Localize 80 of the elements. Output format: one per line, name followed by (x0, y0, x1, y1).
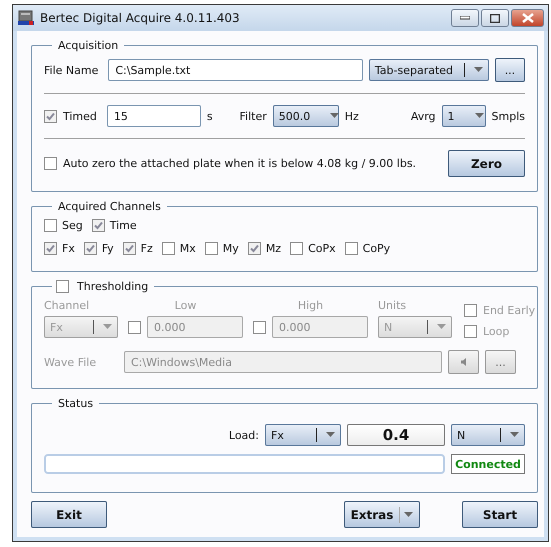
minimize-button[interactable] (451, 9, 479, 27)
units-label: Units (378, 299, 408, 312)
zero-button[interactable]: Zero (448, 150, 525, 177)
caret-icon (103, 324, 112, 330)
filter-dropdown[interactable]: 500.0 (272, 105, 339, 127)
caret-icon (437, 324, 446, 330)
end-early-label: End Early (483, 304, 536, 317)
group-title: Thresholding (77, 280, 148, 293)
hz-label: Hz (344, 110, 359, 122)
checkbox[interactable] (122, 242, 136, 255)
checkbox[interactable] (44, 219, 57, 232)
maximize-button[interactable] (481, 9, 509, 27)
checkbox[interactable] (92, 219, 105, 232)
channel-label: Channel (44, 299, 90, 312)
channel-label: Mx (180, 242, 196, 255)
channel-label: My (222, 242, 239, 255)
checkbox[interactable] (464, 325, 477, 338)
channel-label: CoPy (362, 242, 390, 255)
exit-button[interactable]: Exit (31, 501, 107, 528)
duration-field[interactable]: 15 (106, 105, 201, 127)
checkbox[interactable] (162, 242, 175, 255)
timed-label: Timed (63, 110, 97, 122)
caret-icon (326, 432, 335, 438)
format-dropdown[interactable]: Tab-separated (368, 59, 489, 81)
load-unit-dropdown[interactable]: N (451, 424, 525, 446)
group-title: Acquisition (57, 39, 120, 52)
caret-icon (510, 432, 519, 438)
checkbox[interactable] (128, 320, 141, 334)
window-title: Bertec Digital Acquire 4.0.11.403 (40, 11, 240, 25)
wave-file-label: Wave File (44, 356, 98, 368)
checkbox[interactable] (344, 242, 358, 255)
caret-icon (330, 113, 340, 119)
channel-label: Fy (102, 242, 114, 255)
high-label: High (298, 299, 324, 312)
average-label: Avrg (410, 110, 436, 122)
caret-icon (474, 113, 484, 119)
samples-label: Smpls (492, 110, 525, 122)
start-button[interactable]: Start (462, 501, 538, 528)
extras-button[interactable]: Extras (344, 501, 420, 528)
channel-label: Time (110, 219, 137, 232)
channel-label: Fz (140, 242, 153, 255)
group-title: Status (57, 397, 94, 410)
checkbox[interactable] (248, 242, 261, 255)
filter-label: Filter (240, 110, 267, 122)
minimize-icon (460, 16, 470, 20)
seconds-label: s (206, 110, 213, 122)
browse-button[interactable]: ... (494, 58, 525, 82)
app-icon (17, 9, 35, 27)
loop-label: Loop (483, 325, 510, 338)
checkbox[interactable] (204, 242, 218, 255)
checkbox[interactable] (44, 110, 57, 122)
checkbox[interactable] (44, 242, 57, 255)
checkbox[interactable] (56, 280, 69, 293)
average-dropdown[interactable]: 1 (442, 105, 486, 127)
maximize-icon (490, 14, 500, 22)
channel-label: Mz (266, 242, 282, 255)
file-name-field[interactable]: C:\Sample.txt (108, 59, 363, 81)
checkbox[interactable] (253, 320, 266, 334)
browse-button[interactable]: ... (485, 350, 516, 374)
caret-icon (474, 67, 483, 73)
group-title: Acquired Channels (57, 200, 162, 213)
close-icon (522, 13, 534, 23)
channel-label: Fx (62, 242, 75, 255)
play-button[interactable] (448, 350, 479, 374)
connection-status: Connected (451, 454, 525, 474)
channel-label: Seg (62, 219, 83, 232)
checkbox[interactable] (44, 157, 57, 170)
checkbox[interactable] (84, 242, 97, 255)
low-label: Low (174, 299, 196, 312)
speaker-icon (460, 358, 466, 366)
file-name-label: File Name (44, 64, 98, 76)
caret-icon (404, 512, 414, 518)
auto-zero-label: Auto zero the attached plate when it is below 4.08 kg / 9.00 lbs. (63, 157, 416, 170)
load-readout: 0.4 (347, 424, 445, 446)
load-channel-dropdown[interactable]: Fx (265, 424, 341, 446)
channel-label: CoPx (308, 242, 336, 255)
checkbox[interactable] (464, 304, 477, 317)
close-button[interactable] (511, 9, 544, 27)
checkbox[interactable] (290, 242, 304, 255)
load-label: Load: (228, 428, 259, 442)
